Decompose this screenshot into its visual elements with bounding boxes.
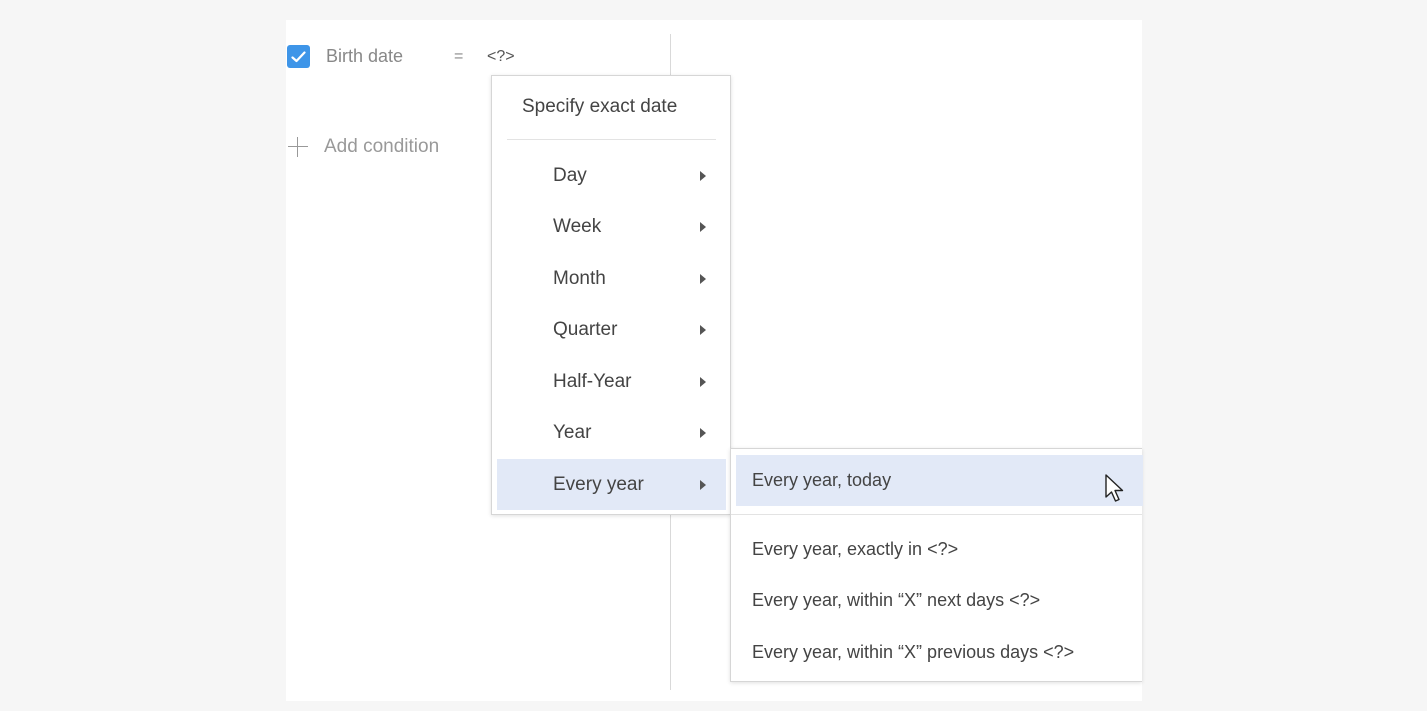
menu-item-year[interactable]: Year: [497, 407, 726, 458]
menu-item-label: Year: [553, 421, 592, 443]
submenu-arrow-icon: [700, 273, 706, 284]
submenu-arrow-icon: [700, 427, 706, 438]
submenu-item-every-year-today[interactable]: Every year, today: [736, 455, 1143, 506]
condition-operator[interactable]: =: [454, 45, 463, 68]
menu-item-label: Half-Year: [553, 370, 632, 392]
submenu-item-every-year-exactly-in[interactable]: Every year, exactly in <?>: [736, 524, 1143, 575]
submenu-item-label: Every year, exactly in <?>: [752, 539, 959, 559]
submenu-arrow-icon: [700, 376, 706, 387]
menu-item-label: Week: [553, 215, 602, 237]
menu-item-quarter[interactable]: Quarter: [497, 304, 726, 355]
every-year-submenu: Every year, today Every year, exactly in…: [730, 448, 1143, 682]
menu-item-label: Month: [553, 267, 606, 289]
condition-value[interactable]: <?>: [487, 45, 515, 68]
menu-item-label: Every year: [553, 473, 644, 495]
checkmark-icon: [291, 50, 306, 62]
menu-item-day[interactable]: Day: [497, 150, 726, 201]
submenu-item-label: Every year, within “X” next days <?>: [752, 590, 1041, 610]
specify-exact-date-item[interactable]: Specify exact date: [492, 76, 730, 138]
add-condition-label: Add condition: [324, 136, 440, 157]
submenu-arrow-icon: [700, 170, 706, 181]
menu-item-label: Day: [553, 164, 587, 186]
submenu-divider: [731, 514, 1142, 515]
menu-item-every-year[interactable]: Every year: [497, 459, 726, 510]
date-options-menu: Specify exact date Day Week Month Quarte…: [491, 75, 731, 515]
add-condition-button[interactable]: Add condition: [286, 133, 439, 161]
menu-divider: [507, 139, 716, 140]
submenu-item-label: Every year, today: [752, 470, 892, 490]
menu-item-week[interactable]: Week: [497, 201, 726, 252]
condition-checkbox[interactable]: [287, 45, 310, 68]
plus-icon: [286, 135, 310, 159]
submenu-item-label: Every year, within “X” previous days <?>: [752, 642, 1075, 662]
menu-item-month[interactable]: Month: [497, 253, 726, 304]
menu-item-half-year[interactable]: Half-Year: [497, 356, 726, 407]
condition-field-label[interactable]: Birth date: [326, 45, 403, 68]
mouse-pointer-icon: [1105, 474, 1124, 502]
submenu-arrow-icon: [700, 324, 706, 335]
submenu-item-every-year-next-days[interactable]: Every year, within “X” next days <?>: [736, 575, 1143, 626]
menu-item-label: Quarter: [553, 318, 618, 340]
submenu-arrow-icon: [700, 479, 706, 490]
submenu-item-every-year-previous-days[interactable]: Every year, within “X” previous days <?>: [736, 627, 1143, 678]
submenu-arrow-icon: [700, 221, 706, 232]
